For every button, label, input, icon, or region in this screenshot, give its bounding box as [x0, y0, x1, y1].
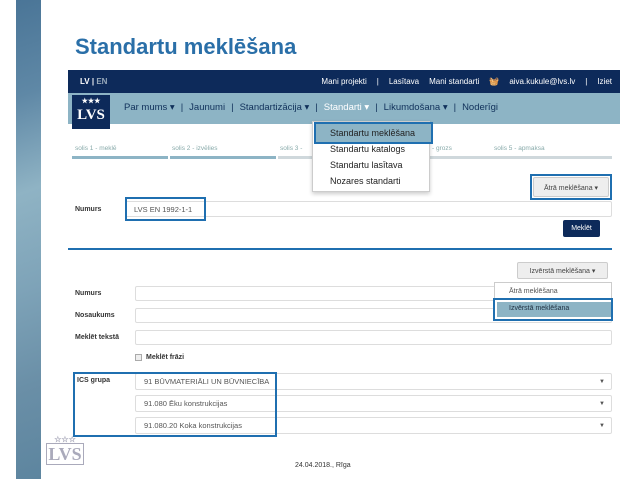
standards-dropdown-menu: Standartu meklēšana Standartu katalogs S… [312, 121, 433, 192]
highlight-advanced-option [493, 298, 613, 321]
option-quick[interactable]: Ātrā meklēšana [509, 288, 558, 295]
lang-en[interactable]: EN [96, 77, 107, 86]
nav-standardization[interactable]: Standartizācija ▾ [240, 102, 310, 113]
step-1: solis 1 - meklē [75, 145, 117, 152]
step-3: solis 3 - [280, 145, 303, 152]
step-4: - grozs [432, 145, 452, 152]
link-my-projects[interactable]: Mani projekti [321, 77, 366, 86]
top-bar: LV | EN Mani projekti | Lasītava Mani sta… [68, 70, 620, 93]
search-button[interactable]: Meklēt [563, 220, 600, 237]
main-nav: Par mums ▾ | Jaunumi | Standartizācija ▾ | … [68, 93, 620, 124]
text-search-label: Meklēt tekstā [75, 334, 119, 341]
nav-legislation[interactable]: Likumdošana ▾ [384, 102, 448, 113]
highlight-ics [73, 372, 277, 437]
text-search-input[interactable] [135, 330, 612, 345]
highlight-numurs [125, 197, 206, 221]
nav-about[interactable]: Par mums ▾ [124, 102, 175, 113]
adv-numurs-label: Numurs [75, 290, 102, 297]
numurs-label: Numurs [75, 206, 102, 213]
footer-date: 24.04.2018., Rīga [295, 462, 351, 469]
footer-lvs-logo: ☆☆☆ LVS [46, 435, 84, 465]
link-my-standards[interactable]: Mani standarti [429, 77, 479, 86]
nav-useful[interactable]: Noderīgi [462, 102, 498, 113]
menu-item-reading-room[interactable]: Standartu lasītava [330, 160, 403, 170]
slide-title: Standartu meklēšana [75, 34, 297, 59]
caret-icon: ▼ [599, 401, 605, 407]
menu-item-catalog[interactable]: Standartu katalogs [330, 144, 405, 154]
menu-item-search[interactable]: Standartu meklēšana [314, 122, 433, 144]
quick-search-toggle[interactable]: Ātrā meklēšana ▾ [533, 177, 609, 197]
menu-item-industry[interactable]: Nozares standarti [330, 176, 401, 186]
nav-standards[interactable]: Standarti ▾ [324, 102, 369, 113]
nav-news[interactable]: Jaunumi [189, 102, 225, 113]
basket-icon[interactable]: 🧺 [489, 77, 499, 86]
divider [68, 248, 612, 250]
step-2: solis 2 - izvēlies [172, 145, 218, 152]
logout-link[interactable]: Iziet [597, 77, 612, 86]
step-5: solis 5 - apmaksa [494, 145, 545, 152]
caret-icon: ▼ [599, 379, 605, 385]
lang-lv[interactable]: LV [80, 77, 90, 86]
lvs-logo[interactable]: ★★★ LVS [72, 95, 110, 129]
user-email[interactable]: aiva.kukule@lvs.lv [509, 77, 575, 86]
link-reading-room[interactable]: Lasītava [389, 77, 419, 86]
nosaukums-label: Nosaukums [75, 312, 115, 319]
advanced-search-toggle[interactable]: Izvērstā meklēšana ▾ [517, 262, 608, 279]
phrase-label: Meklēt frāzi [146, 354, 185, 361]
caret-icon: ▼ [599, 423, 605, 429]
decorative-strip [16, 0, 41, 479]
phrase-checkbox[interactable] [135, 354, 142, 361]
